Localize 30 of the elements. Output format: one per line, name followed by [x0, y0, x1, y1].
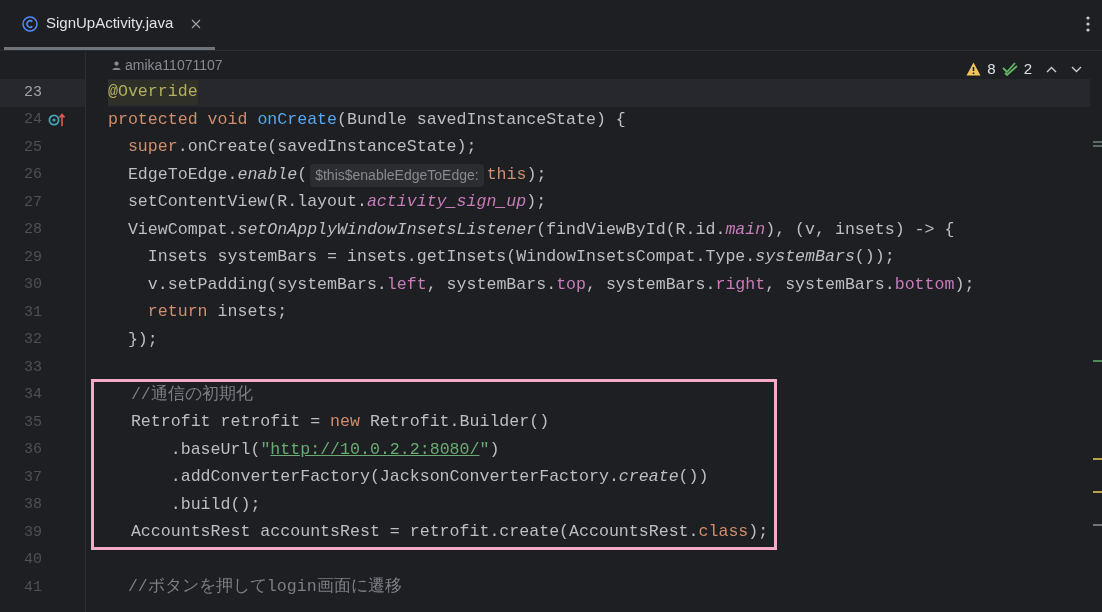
code-line: return insets;: [146, 301, 289, 324]
chevron-up-icon[interactable]: [1046, 65, 1057, 73]
code-line: EdgeToEdge.enable( $this$enableEdgeToEdge: this);: [108, 161, 1090, 189]
override-icon[interactable]: [48, 113, 65, 128]
code-line: });: [126, 328, 159, 351]
code-line: .build();: [169, 493, 262, 516]
chevron-down-icon[interactable]: [1071, 65, 1082, 73]
code-line: super.onCreate(savedInstanceState);: [126, 136, 478, 159]
person-icon: [112, 60, 121, 70]
double-check-icon: [1001, 62, 1018, 76]
code-line: //通信の初期化: [129, 383, 254, 406]
warning-icon: [966, 62, 982, 76]
close-icon[interactable]: [191, 18, 202, 29]
warning-count[interactable]: 8: [987, 57, 996, 81]
tab-title: SignUpActivity.java: [46, 13, 174, 34]
line-number: 23: [23, 82, 42, 103]
class-icon: [22, 15, 38, 32]
weak-warning-count[interactable]: 2: [1023, 57, 1032, 81]
code-line: AccountsRest accountsRest = retrofit.create(AccountsRest.class);: [129, 521, 770, 544]
code-line: protected void onCreate(Bundle savedInstanceState) {: [108, 108, 627, 131]
code-line: .baseUrl("http://10.0.2.2:8080/"): [169, 438, 501, 461]
code-line: Insets systemBars = insets.getInsets(WindowInsetsCompat.Type.systemBars());: [146, 246, 896, 269]
author-name[interactable]: amika11071107: [125, 54, 223, 76]
code-line: .addConverterFactory(JacksonConverterFactory.create()): [169, 466, 710, 489]
code-line: v.setPadding(systemBars.left, systemBars.top, systemBars.right, systemBars.bottom);: [146, 273, 976, 296]
code-line: Retrofit retrofit = new Retrofit.Builder(): [129, 411, 551, 434]
code-line: ViewCompat.setOnApplyWindowInsetsListener(findViewById(R.id.main), (v, insets) -> {: [126, 218, 956, 241]
code-line: //ボタンを押してlogin画面に遷移: [126, 576, 403, 599]
code-line: setContentView(R.layout.activity_sign_up);: [126, 191, 548, 214]
more-options-icon[interactable]: [1086, 16, 1090, 32]
